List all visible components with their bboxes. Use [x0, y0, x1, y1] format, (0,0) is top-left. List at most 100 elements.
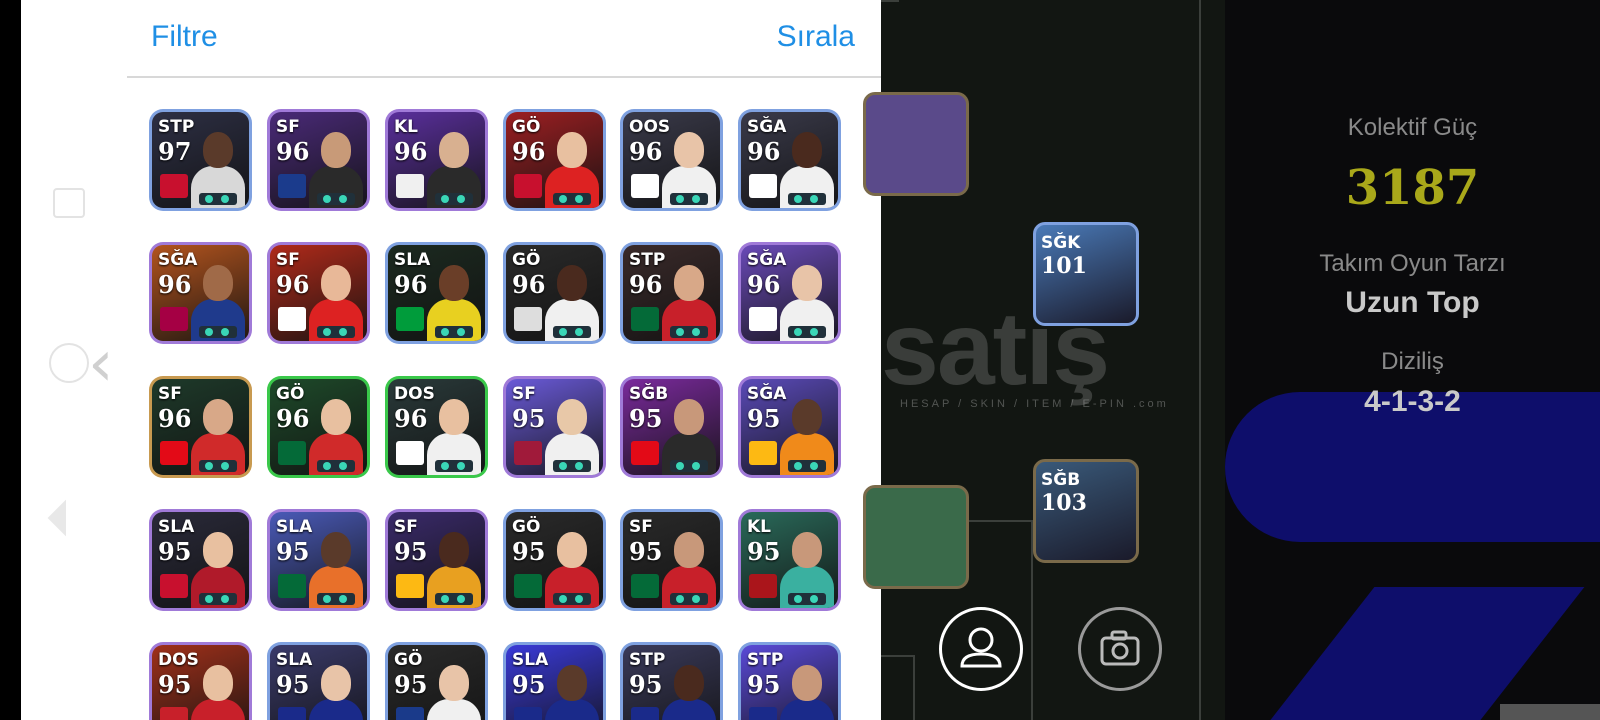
profile-button[interactable]: [939, 607, 1023, 691]
player-head: [674, 399, 704, 435]
player-head: [557, 665, 587, 701]
player-card[interactable]: SLA 95: [267, 509, 370, 611]
player-card[interactable]: STP 95: [620, 642, 723, 720]
player-card[interactable]: SĞB 95: [620, 376, 723, 478]
card-position: KL: [394, 117, 419, 137]
player-card[interactable]: SLA 95: [149, 509, 252, 611]
club-badge-icon: [278, 174, 306, 198]
skill-chips-icon: [435, 460, 473, 472]
field-player-card[interactable]: [863, 92, 969, 196]
card-position: SĞB: [629, 384, 669, 404]
skill-chips-icon: [788, 460, 826, 472]
player-card[interactable]: SLA 95: [503, 642, 606, 720]
field-player-card[interactable]: SĞB 103: [1033, 459, 1139, 563]
skill-chips-icon: [788, 593, 826, 605]
player-card-art: GÖ 95: [506, 512, 603, 608]
player-card-art: GÖ 95: [388, 645, 485, 720]
card-rating: 96: [158, 404, 192, 433]
club-badge-icon: [396, 174, 424, 198]
player-card[interactable]: SĞA 96: [738, 109, 841, 211]
player-card[interactable]: OOS 96: [620, 109, 723, 211]
player-head: [674, 132, 704, 168]
player-card[interactable]: KL 96: [385, 109, 488, 211]
player-head: [203, 265, 233, 301]
card-rating: 96: [629, 270, 663, 299]
player-head: [321, 132, 351, 168]
player-card[interactable]: SF 96: [267, 242, 370, 344]
camera-button[interactable]: [1078, 607, 1162, 691]
card-position: STP: [629, 650, 666, 670]
player-shirt: [309, 699, 363, 720]
player-head: [321, 265, 351, 301]
player-card[interactable]: GÖ 95: [385, 642, 488, 720]
card-position: DOS: [158, 650, 199, 670]
player-card-art: SĞA 96: [741, 112, 838, 208]
chevron-left-icon[interactable]: ‹: [88, 332, 114, 396]
player-card[interactable]: SĞA 96: [738, 242, 841, 344]
player-card[interactable]: SF 95: [385, 509, 488, 611]
panel-header: Filtre Sırala: [127, 0, 881, 78]
card-position: SĞA: [747, 250, 787, 270]
club-badge-icon: [160, 707, 188, 720]
player-card[interactable]: STP 96: [620, 242, 723, 344]
card-rating: 96: [747, 137, 781, 166]
player-card[interactable]: SF 95: [620, 509, 723, 611]
card-position: STP: [747, 650, 784, 670]
recents-icon[interactable]: [53, 188, 85, 218]
player-card[interactable]: SF 96: [149, 376, 252, 478]
player-card[interactable]: DOS 96: [385, 376, 488, 478]
player-head: [674, 665, 704, 701]
player-card[interactable]: SĞA 96: [149, 242, 252, 344]
player-card[interactable]: GÖ 96: [267, 376, 370, 478]
player-card[interactable]: SF 95: [503, 376, 606, 478]
pitch-line: [881, 655, 913, 657]
player-card[interactable]: GÖ 95: [503, 509, 606, 611]
player-shirt: [662, 699, 716, 720]
player-portrait: [662, 659, 716, 720]
player-card[interactable]: STP 95: [738, 642, 841, 720]
card-position: GÖ: [512, 250, 541, 270]
player-card[interactable]: DOS 95: [149, 642, 252, 720]
club-badge-icon: [160, 574, 188, 598]
skill-chips-icon: [553, 593, 591, 605]
skill-chips-icon: [317, 193, 355, 205]
club-badge-icon: [396, 707, 424, 720]
player-card[interactable]: SLA 95: [267, 642, 370, 720]
field-player-card[interactable]: [863, 485, 969, 589]
player-card-art: DOS 95: [152, 645, 249, 720]
player-card-art: SF 95: [506, 379, 603, 475]
home-icon[interactable]: [49, 343, 89, 383]
club-badge-icon: [514, 441, 542, 465]
back-icon[interactable]: [47, 499, 85, 537]
player-card[interactable]: SF 96: [267, 109, 370, 211]
player-card-art: DOS 96: [388, 379, 485, 475]
card-position: SF: [394, 517, 418, 537]
player-card[interactable]: STP 97: [149, 109, 252, 211]
player-card[interactable]: KL 95: [738, 509, 841, 611]
club-badge-icon: [631, 307, 659, 331]
skill-chips-icon: [553, 460, 591, 472]
player-shirt: [545, 699, 599, 720]
card-position: SLA: [158, 517, 195, 537]
player-head: [674, 265, 704, 301]
player-card-art: SF 96: [270, 112, 367, 208]
player-card[interactable]: SĞA 95: [738, 376, 841, 478]
card-rating: 96: [276, 404, 310, 433]
player-card[interactable]: SLA 96: [385, 242, 488, 344]
player-head: [557, 265, 587, 301]
player-card[interactable]: GÖ 96: [503, 242, 606, 344]
player-card-art: SF 96: [270, 245, 367, 341]
decorative-shape: [1265, 587, 1585, 720]
card-rating: 96: [276, 270, 310, 299]
player-card[interactable]: GÖ 96: [503, 109, 606, 211]
player-card-art: SĞA 96: [741, 245, 838, 341]
filter-button[interactable]: Filtre: [151, 20, 218, 54]
player-card-art: STP 96: [623, 245, 720, 341]
club-badge-icon: [278, 574, 306, 598]
camera-icon: [1100, 630, 1140, 666]
sort-button[interactable]: Sırala: [777, 20, 855, 54]
card-position: SLA: [276, 517, 313, 537]
club-badge-icon: [749, 707, 777, 720]
player-card-art: SF 95: [623, 512, 720, 608]
player-head: [203, 399, 233, 435]
